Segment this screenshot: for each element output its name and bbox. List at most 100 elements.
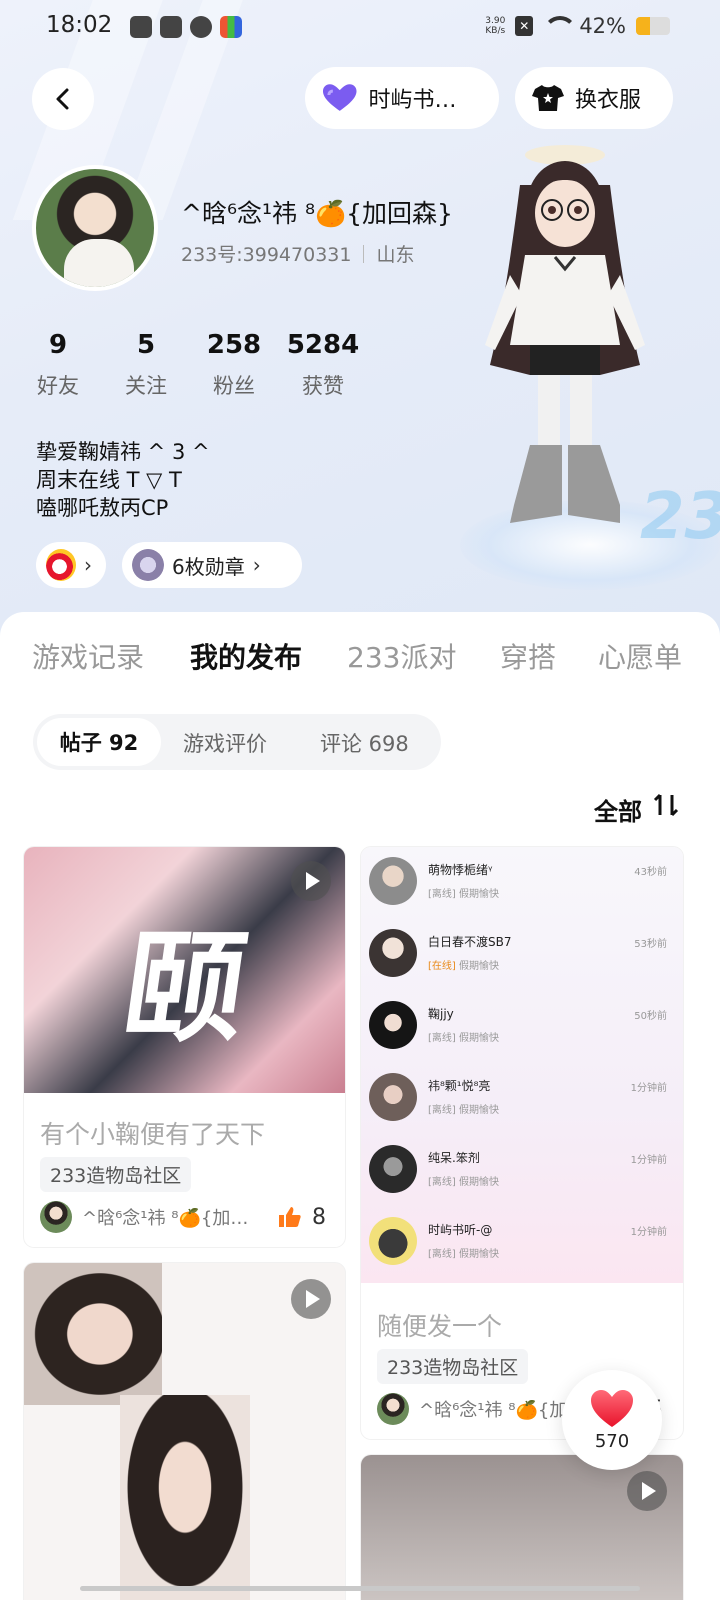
avatar-character-figure[interactable] bbox=[470, 145, 660, 545]
stat-value: 5 bbox=[136, 330, 156, 360]
post-type-filter: 帖子 92 游戏评价 评论 698 bbox=[33, 714, 441, 770]
post-card[interactable]: 颐 有个小鞠便有了天下 233造物岛社区 ^晗⁶念¹祎 ⁸🍊{加… 8 bbox=[24, 847, 345, 1247]
tab-outfits[interactable]: 穿搭 bbox=[500, 636, 556, 676]
chat-list-item: 白日春不渡SB7 [在线] 假期愉快 53秒前 bbox=[361, 925, 681, 985]
chat-name: 鞠jjy bbox=[428, 1007, 454, 1021]
post-title: 随便发一个 bbox=[377, 1312, 503, 1341]
author-avatar bbox=[377, 1393, 409, 1425]
shield-icon bbox=[130, 16, 152, 38]
network-speed: 3.90 KB/s bbox=[485, 16, 506, 36]
uid-divider bbox=[363, 244, 365, 263]
bio-line: 挚爱鞠婧祎 ^ 3 ^ bbox=[36, 440, 210, 464]
like-count: 8 bbox=[312, 1204, 326, 1230]
game-icon bbox=[220, 16, 242, 38]
app-icon bbox=[190, 16, 212, 38]
profile-tabs: 游戏记录 我的发布 233派对 穿搭 心愿单 bbox=[0, 636, 720, 721]
author-avatar bbox=[40, 1201, 72, 1233]
chat-name: 祎⁸颗¹悦⁸亮 bbox=[428, 1079, 491, 1093]
chat-status: [离线] 假期愉快 bbox=[428, 1177, 499, 1188]
tab-game-records[interactable]: 游戏记录 bbox=[32, 636, 144, 676]
avatar[interactable] bbox=[32, 165, 158, 291]
stat-label: 获赞 bbox=[302, 374, 344, 398]
medals-button[interactable]: 6枚勋章 › bbox=[122, 542, 302, 588]
post-topic-tag[interactable]: 233造物岛社区 bbox=[40, 1157, 192, 1192]
stat-friends[interactable]: 9 好友 bbox=[32, 330, 84, 400]
tab-my-posts[interactable]: 我的发布 bbox=[190, 636, 302, 676]
post-card[interactable] bbox=[361, 1455, 683, 1600]
stat-following[interactable]: 5 关注 bbox=[120, 330, 172, 400]
bio: 挚爱鞠婧祎 ^ 3 ^ 周末在线 T ▽ T 嗑哪吒敖丙CP bbox=[36, 438, 210, 522]
subtab-posts[interactable]: 帖子 92 bbox=[37, 718, 161, 766]
chat-time: 1分钟前 bbox=[630, 1083, 667, 1094]
wifi-icon bbox=[543, 16, 578, 36]
chat-status: [离线] 假期愉快 bbox=[428, 889, 499, 900]
subtab-game-reviews[interactable]: 游戏评价 bbox=[183, 728, 267, 758]
chevron-right-icon: › bbox=[84, 553, 92, 577]
post-card[interactable]: 萌物悸栀绪ᵞ [离线] 假期愉快 43秒前 白日春不渡SB7 [在线] 假期愉快… bbox=[361, 847, 683, 1439]
battery-level bbox=[636, 17, 651, 35]
chat-avatar bbox=[369, 1073, 417, 1121]
thumbs-up-icon[interactable] bbox=[278, 1206, 302, 1228]
cover-calligraphy: 颐 bbox=[114, 918, 255, 1059]
message-icon bbox=[160, 16, 182, 38]
stat-value: 9 bbox=[48, 330, 68, 360]
chat-name: 时屿书听-@ bbox=[428, 1223, 493, 1237]
chat-status: [离线] 假期愉快 bbox=[428, 1249, 499, 1260]
uid-text: 233号:399470331 bbox=[181, 244, 352, 266]
medal-icon bbox=[132, 549, 164, 581]
stat-label: 好友 bbox=[37, 374, 79, 398]
chat-avatar bbox=[369, 857, 417, 905]
post-author: ^晗⁶念¹祎 ⁸🍊{加… 8 bbox=[40, 1201, 340, 1233]
tshirt-icon bbox=[532, 85, 564, 111]
status-right: 3.90 KB/s ✕ 42% bbox=[485, 14, 670, 38]
medals-label: 6枚勋章 bbox=[172, 554, 245, 579]
battery-percent: 42% bbox=[579, 14, 626, 38]
chat-time: 53秒前 bbox=[634, 939, 667, 950]
voice-room-button[interactable]: 时屿书听… bbox=[305, 67, 499, 129]
home-indicator[interactable] bbox=[80, 1586, 640, 1591]
post-card[interactable] bbox=[24, 1263, 345, 1600]
stat-label: 关注 bbox=[125, 374, 167, 398]
weibo-icon bbox=[46, 549, 76, 581]
chevron-right-icon: › bbox=[252, 553, 261, 577]
change-outfit-label: 换衣服 bbox=[575, 88, 642, 113]
weibo-link-button[interactable]: › bbox=[36, 542, 106, 588]
author-name: ^晗⁶念¹祎 ⁸🍊{加… bbox=[82, 1208, 249, 1229]
chat-status: [离线] 假期愉快 bbox=[428, 1033, 499, 1044]
post-cover-image bbox=[24, 1263, 162, 1405]
status-time: 18:02 bbox=[46, 12, 113, 38]
author-name: ^晗⁶念¹祎 ⁸🍊{加 bbox=[419, 1400, 568, 1421]
stat-value: 5284 bbox=[286, 330, 360, 360]
chat-time: 1分钟前 bbox=[630, 1155, 667, 1166]
change-outfit-button[interactable]: 换衣服 bbox=[515, 67, 673, 129]
voice-room-label: 时屿书听… bbox=[368, 88, 477, 113]
chat-avatar bbox=[369, 1001, 417, 1049]
subtab-comments[interactable]: 评论 698 bbox=[320, 728, 409, 758]
chat-name: 纯呆.笨剂 bbox=[428, 1151, 480, 1165]
chat-name: 白日春不渡SB7 bbox=[428, 935, 512, 949]
heart-icon bbox=[322, 84, 357, 111]
sort-icon bbox=[653, 793, 679, 817]
bio-line: 嗑哪吒敖丙CP bbox=[36, 496, 169, 520]
stat-value: 258 bbox=[206, 330, 262, 360]
chevron-left-icon bbox=[56, 88, 69, 110]
no-sim-icon: ✕ bbox=[515, 16, 534, 36]
location-text: 山东 bbox=[376, 244, 415, 266]
back-button[interactable] bbox=[32, 68, 94, 130]
play-icon bbox=[291, 1279, 331, 1319]
chat-time: 43秒前 bbox=[634, 867, 667, 878]
stat-likes[interactable]: 5284 获赞 bbox=[286, 330, 360, 400]
chat-list-item: 祎⁸颗¹悦⁸亮 [离线] 假期愉快 1分钟前 bbox=[361, 1069, 681, 1129]
chat-list-item: 鞠jjy [离线] 假期愉快 50秒前 bbox=[361, 997, 681, 1057]
post-topic-tag[interactable]: 233造物岛社区 bbox=[377, 1349, 529, 1384]
chat-avatar bbox=[369, 1145, 417, 1193]
stat-fans[interactable]: 258 粉丝 bbox=[204, 330, 264, 400]
notification-icons bbox=[130, 16, 242, 38]
sort-button[interactable]: 全部 bbox=[594, 792, 680, 827]
favorite-button[interactable]: 570 bbox=[562, 1370, 662, 1470]
chat-status: [在线] 假期愉快 bbox=[428, 961, 499, 972]
tab-233-party[interactable]: 233派对 bbox=[347, 636, 456, 676]
chat-list-item: 时屿书听-@ [离线] 假期愉快 1分钟前 bbox=[361, 1213, 681, 1273]
tab-wishlist[interactable]: 心愿单 bbox=[598, 636, 682, 676]
stats-row: 9 好友 5 关注 258 粉丝 5284 获赞 bbox=[32, 330, 360, 400]
